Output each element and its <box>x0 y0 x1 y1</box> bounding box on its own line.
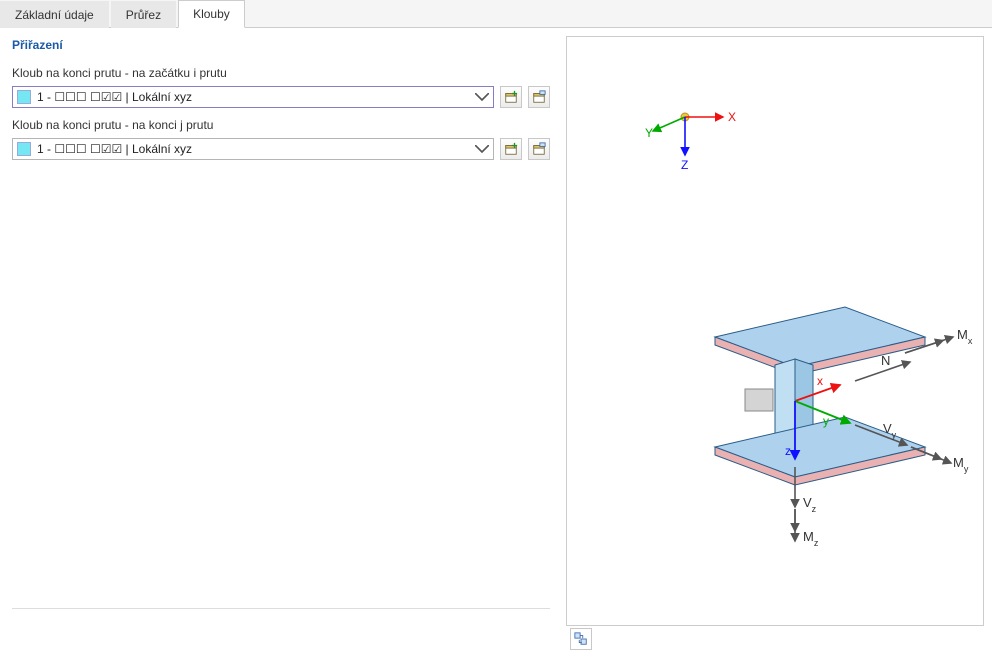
tab-hinges[interactable]: Klouby <box>178 0 245 28</box>
section-title-assignment: Přiřazení <box>12 38 550 52</box>
svg-text:x: x <box>817 374 823 388</box>
svg-text:Y: Y <box>645 126 653 140</box>
svg-text:z: z <box>785 444 791 458</box>
new-hinge-button[interactable] <box>500 138 522 160</box>
hinge-end-dropdown[interactable]: 1 - ☐☐☐ ☐☑☑ | Lokální xyz <box>12 138 494 160</box>
hinge-start-label: Kloub na konci prutu - na začátku i prut… <box>12 66 550 80</box>
svg-text:X: X <box>728 110 736 124</box>
global-axes-icon: X Y Z <box>645 97 735 180</box>
view-toggle-button[interactable] <box>570 628 592 650</box>
hinge-start-value: 1 - ☐☐☐ ☐☑☑ | Lokální xyz <box>37 90 475 104</box>
info-area <box>12 608 550 656</box>
preview-viewport[interactable]: X Y Z <box>566 36 984 626</box>
hinge-end-value: 1 - ☐☐☐ ☐☑☑ | Lokální xyz <box>37 142 475 156</box>
right-panel: X Y Z <box>558 28 992 660</box>
hinge-end-label: Kloub na konci prutu - na konci j prutu <box>12 118 550 132</box>
svg-text:y: y <box>823 414 829 428</box>
chevron-down-icon <box>475 90 489 104</box>
svg-text:Mx: Mx <box>957 327 973 346</box>
tab-cross-section[interactable]: Průřez <box>111 1 176 28</box>
tab-bar: Základní údaje Průřez Klouby <box>0 0 992 28</box>
svg-text:Mz: Mz <box>803 529 819 548</box>
cross-section-diagram: x y z N Mx Vy <box>695 277 975 550</box>
svg-text:My: My <box>953 455 969 474</box>
hinge-library-button[interactable] <box>528 138 550 160</box>
color-swatch-icon <box>17 142 31 156</box>
svg-text:Vz: Vz <box>803 495 817 514</box>
hinge-library-button[interactable] <box>528 86 550 108</box>
svg-text:Z: Z <box>681 158 688 172</box>
left-panel: Přiřazení Kloub na konci prutu - na začá… <box>0 28 558 660</box>
color-swatch-icon <box>17 90 31 104</box>
svg-text:N: N <box>881 353 890 368</box>
chevron-down-icon <box>475 142 489 156</box>
hinge-start-dropdown[interactable]: 1 - ☐☐☐ ☐☑☑ | Lokální xyz <box>12 86 494 108</box>
new-hinge-button[interactable] <box>500 86 522 108</box>
tab-basic-data[interactable]: Základní údaje <box>0 1 109 28</box>
